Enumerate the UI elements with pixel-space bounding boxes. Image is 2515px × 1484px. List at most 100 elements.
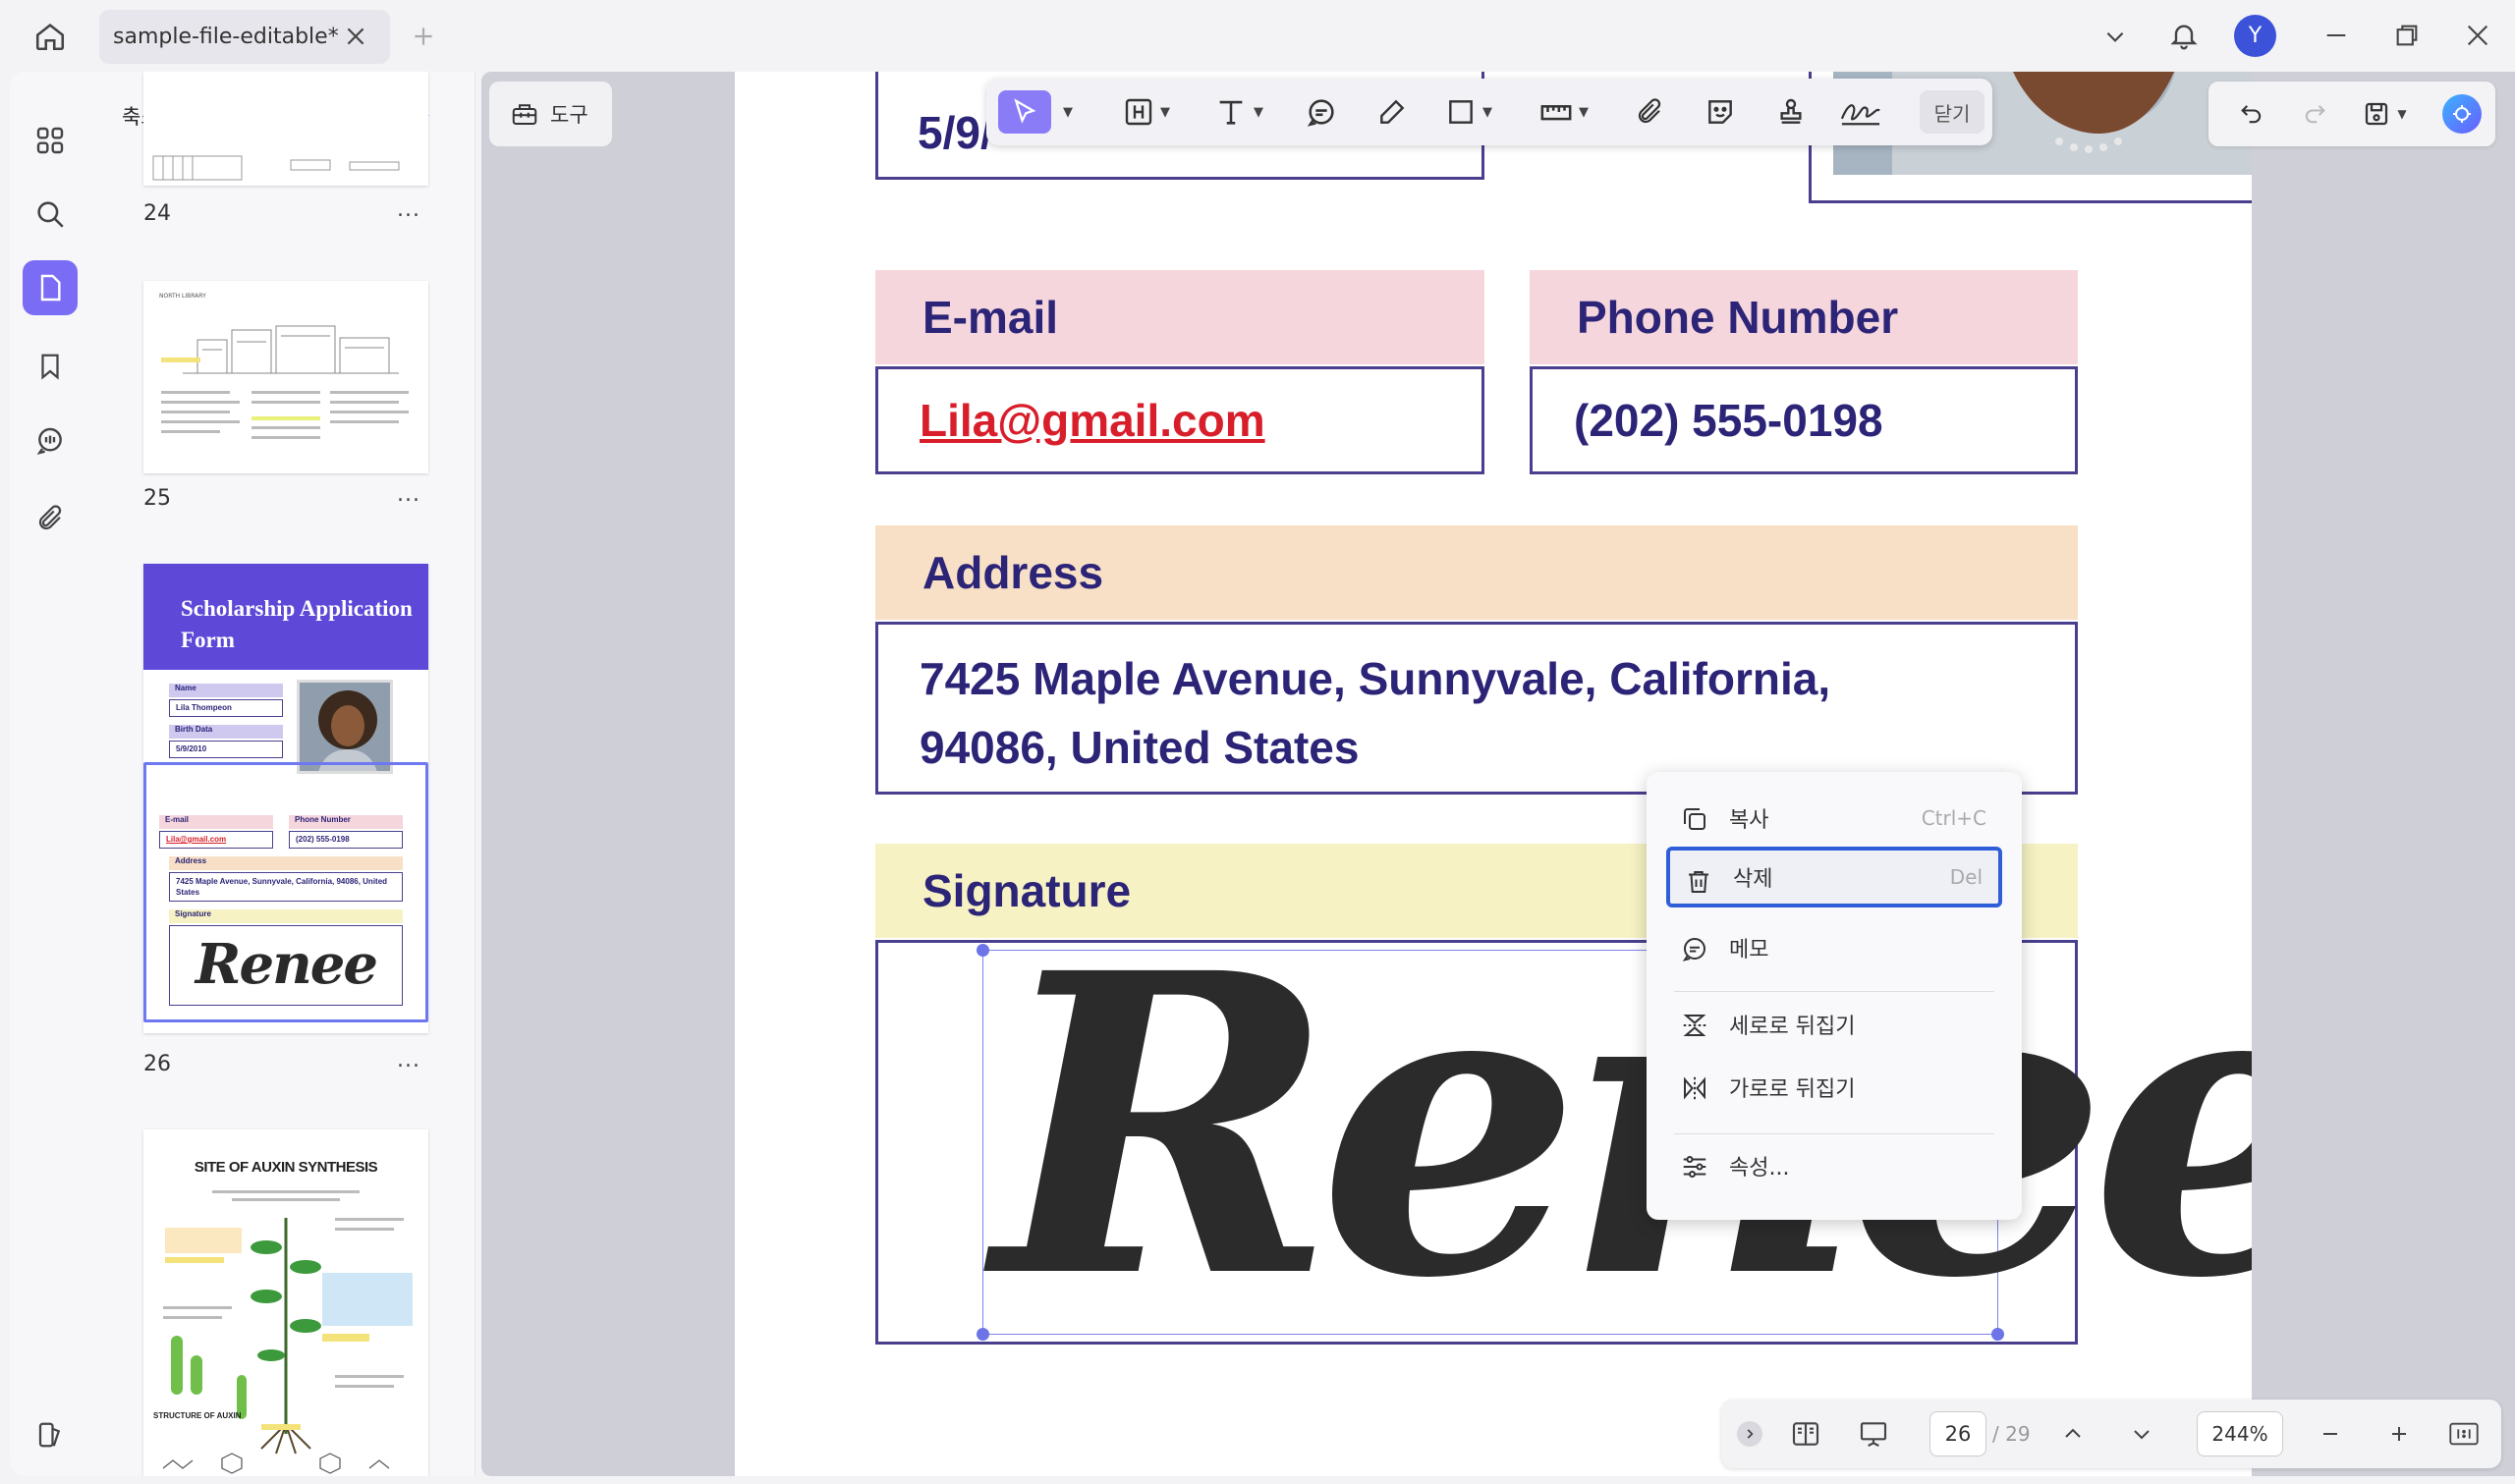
user-avatar[interactable]: Y: [2234, 15, 2276, 57]
flip-vertical-icon: [1678, 1009, 1711, 1042]
actual-size-icon[interactable]: [2444, 1413, 2484, 1455]
thumbnail-banner: Scholarship Application Form: [143, 564, 428, 670]
menu-item-copy[interactable]: 복사 Ctrl+C: [1666, 788, 2002, 849]
redo-icon[interactable]: [2295, 93, 2334, 135]
menu-item-label: 메모: [1729, 938, 1769, 962]
undo-icon[interactable]: [2232, 93, 2271, 135]
expand-icon[interactable]: [1735, 1413, 1764, 1455]
resize-handle[interactable]: [977, 1328, 989, 1341]
signature-tool-button[interactable]: [1833, 90, 1888, 134]
email-field[interactable]: Lila@gmail.com: [875, 366, 1484, 474]
toolbox-icon: [509, 99, 540, 129]
thumbnail-page-number: 26: [143, 1052, 171, 1076]
sliders-icon: [1678, 1150, 1711, 1183]
thumbnail-page-24[interactable]: [143, 72, 428, 186]
tools-button[interactable]: 도구: [489, 82, 612, 146]
search-icon[interactable]: [23, 187, 78, 242]
chevron-down-icon[interactable]: [2096, 18, 2135, 55]
thumb-birth-value: 5/9/2010: [169, 741, 283, 758]
thumb-name-label: Name: [169, 684, 283, 697]
ai-assistant-icon[interactable]: [2440, 93, 2484, 135]
sticker-tool-button[interactable]: [1696, 90, 1745, 134]
menu-divider: [1674, 1133, 1994, 1134]
attachment-icon[interactable]: [23, 491, 78, 546]
phone-value: (202) 555-0198: [1574, 395, 1883, 446]
signature-image[interactable]: Renee: [993, 911, 2252, 1344]
thumb-auxin-subtitle: STRUCTURE OF AUXIN: [153, 1411, 242, 1420]
minimize-window-icon[interactable]: [2317, 16, 2356, 55]
menu-item-label: 삭제: [1733, 867, 1773, 892]
thumb-photo: [297, 680, 393, 774]
menu-item-flip-horizontal[interactable]: 가로로 뒤집기: [1666, 1057, 2002, 1118]
menu-item-properties[interactable]: 속성...: [1666, 1135, 2002, 1196]
thumbnail-more-button[interactable]: ...: [397, 1048, 420, 1072]
thumbnail-page-25[interactable]: NORTH LIBRARY: [143, 281, 428, 473]
phone-label: Phone Number: [1530, 270, 2078, 364]
previous-page-icon[interactable]: [2053, 1413, 2093, 1455]
zoom-in-icon[interactable]: [2379, 1413, 2419, 1455]
menu-item-delete[interactable]: 삭제 Del: [1666, 847, 2002, 907]
theme-toggle-icon[interactable]: [23, 1407, 78, 1462]
menu-item-label: 복사: [1729, 808, 1769, 833]
menu-item-shortcut: Ctrl+C: [1921, 806, 1986, 830]
bookmark-icon[interactable]: [23, 339, 78, 394]
left-nav-rail: [10, 72, 92, 1476]
select-tool-button[interactable]: [998, 90, 1051, 134]
zoom-out-icon[interactable]: [2311, 1413, 2350, 1455]
phone-field[interactable]: (202) 555-0198: [1530, 366, 2078, 474]
comment-icon: [1678, 932, 1711, 965]
measure-tool-button[interactable]: ▼: [1529, 90, 1599, 134]
new-tab-icon[interactable]: [407, 20, 440, 53]
document-tab[interactable]: sample-file-editable*: [99, 10, 390, 64]
zoom-level[interactable]: 244%: [2197, 1411, 2283, 1457]
presentation-icon[interactable]: [1849, 1413, 1898, 1455]
comment-icon[interactable]: [23, 413, 78, 468]
highlight-tool-button[interactable]: ▼: [1112, 90, 1181, 134]
menu-item-label: 가로로 뒤집기: [1729, 1077, 1856, 1102]
notification-bell-icon[interactable]: [2161, 14, 2207, 57]
flip-horizontal-icon: [1678, 1072, 1711, 1105]
annotation-toolbar: ▼ ▼ ▼ ▼ ▼ 닫기: [986, 79, 1992, 145]
reading-mode-icon[interactable]: [1784, 1413, 1827, 1455]
copy-icon: [1678, 802, 1711, 836]
close-window-icon[interactable]: [2458, 16, 2497, 55]
menu-item-label: 세로로 뒤집기: [1729, 1015, 1856, 1039]
current-page-input[interactable]: [1929, 1411, 1986, 1457]
thumb-name-value: Lila Thompeon: [169, 699, 283, 717]
resize-handle[interactable]: [977, 944, 989, 957]
close-tab-icon[interactable]: [343, 24, 368, 49]
history-toolbar: ▼: [2208, 82, 2495, 146]
birth-date-value: 5/9/: [918, 107, 993, 158]
page-thumbnails-icon[interactable]: [23, 260, 78, 315]
email-label: E-mail: [875, 270, 1484, 364]
restore-window-icon[interactable]: [2387, 16, 2427, 55]
pdf-page: 5/9/ E-mail Lila@gmail.com Phone Number …: [735, 72, 2252, 1476]
thumbnail-more-button[interactable]: ...: [397, 197, 420, 222]
email-link[interactable]: Lila@gmail.com: [920, 394, 1265, 447]
address-field[interactable]: 7425 Maple Avenue, Sunnyvale, California…: [875, 622, 2078, 795]
next-page-icon[interactable]: [2122, 1413, 2161, 1455]
page-navigation-bar: / 29 244%: [1721, 1400, 2501, 1468]
text-tool-button[interactable]: ▼: [1204, 90, 1273, 134]
thumbnail-viewport-frame: [143, 762, 428, 1022]
chevron-down-icon[interactable]: ▼: [1051, 90, 1079, 134]
save-icon[interactable]: ▼: [2354, 93, 2415, 135]
home-icon[interactable]: [28, 16, 73, 57]
grid-view-icon[interactable]: [23, 113, 78, 168]
stamp-tool-button[interactable]: [1766, 90, 1816, 134]
close-toolbar-button[interactable]: 닫기: [1920, 90, 1984, 134]
menu-item-memo[interactable]: 메모: [1666, 917, 2002, 978]
shape-tool-button[interactable]: ▼: [1434, 90, 1503, 134]
pencil-tool-button[interactable]: [1368, 90, 1417, 134]
comment-tool-button[interactable]: [1297, 90, 1346, 134]
attachment-icon[interactable]: [1625, 90, 1674, 134]
address-line-1: 7425 Maple Avenue, Sunnyvale, California…: [920, 653, 1831, 704]
address-label: Address: [875, 525, 2078, 620]
thumb-birth-label: Birth Data: [169, 725, 283, 739]
thumbnail-panel: ••• 축소판 24 ... NORTH LIBRARY: [92, 72, 475, 1476]
thumbnail-page-number: 25: [143, 486, 171, 511]
menu-item-flip-vertical[interactable]: 세로로 뒤집기: [1666, 994, 2002, 1055]
document-tab-title: sample-file-editable*: [113, 25, 339, 49]
thumbnail-page-27[interactable]: SITE OF AUXIN SYNTHESIS STRUCTURE OF AUX…: [143, 1129, 428, 1476]
thumbnail-more-button[interactable]: ...: [397, 482, 420, 507]
